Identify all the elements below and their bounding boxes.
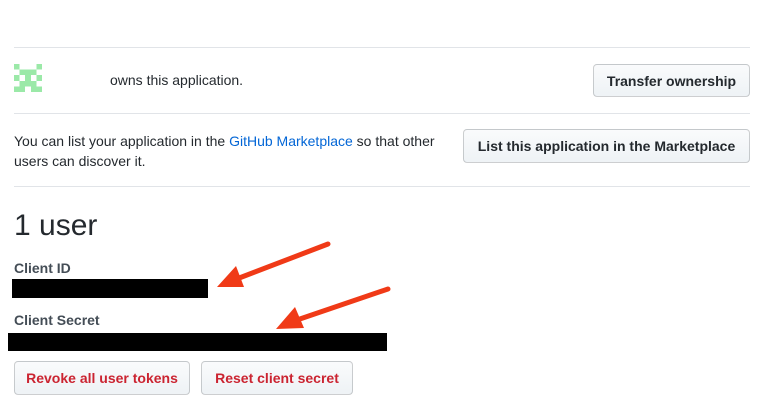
user-count-heading: 1 user [14, 209, 98, 242]
client-id-label: Client ID [14, 260, 71, 276]
identicon-avatar [14, 64, 42, 92]
arrow-to-client-secret [276, 286, 391, 329]
annotation-arrows [217, 241, 391, 329]
github-marketplace-link[interactable]: GitHub Marketplace [229, 133, 353, 149]
top-divider [14, 47, 750, 48]
client-secret-value-redacted [8, 333, 387, 351]
owner-text: owns this application. [110, 72, 244, 88]
list-in-marketplace-button[interactable]: List this application in the Marketplace [463, 129, 750, 163]
client-secret-label: Client Secret [14, 312, 100, 328]
reset-client-secret-button[interactable]: Reset client secret [201, 361, 353, 395]
marketplace-text-before: You can list your application in the [14, 133, 230, 149]
client-id-value-redacted [12, 279, 208, 298]
owner-divider [14, 113, 750, 114]
arrow-to-client-id [217, 241, 331, 287]
marketplace-divider [14, 186, 750, 187]
transfer-ownership-button[interactable]: Transfer ownership [593, 64, 750, 97]
marketplace-description: You can list your application in the Git… [14, 131, 458, 171]
revoke-all-user-tokens-button[interactable]: Revoke all user tokens [14, 361, 190, 395]
